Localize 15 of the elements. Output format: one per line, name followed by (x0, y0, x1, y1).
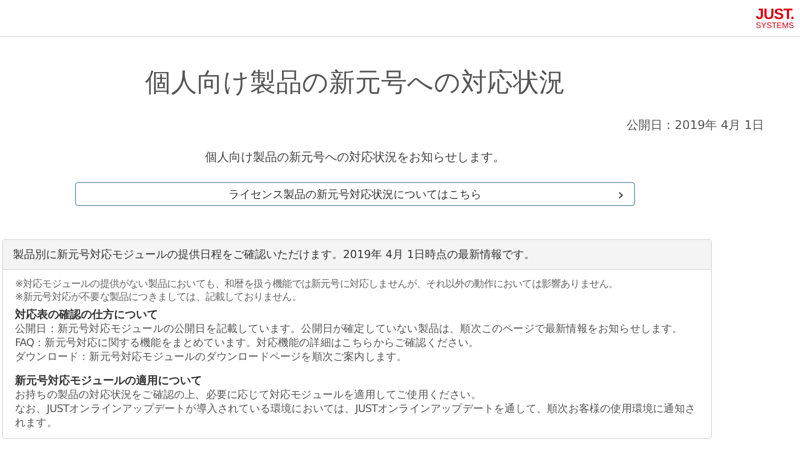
publish-date: 公開日：2019年 4月 1日 (626, 117, 764, 134)
note-text: ※新元号対応が不要な製品につきましては、記載しておりません。 (15, 291, 302, 304)
body-text: なお、JUSTオンラインアップデートが導入されている環境においては、JUSTオンラインアップデートを通して、順次お客様の使用環境に通知されます。 (15, 402, 697, 430)
section-title: 新元号対応モジュールの適用について (15, 374, 203, 388)
body-text: ダウンロード：新元号対応モジュールのダウンロードページを順次ご案内します。 (15, 350, 408, 364)
page-title: 個人向け製品の新元号への対応状況 (145, 67, 566, 99)
body-text: 公開日：新元号対応モジュールの公開日を記載しています。公開日が確定していない製品は、順次このページで最新情報をお知らせします。 (15, 322, 684, 336)
intro-text: 個人向け製品の新元号への対応状況をお知らせします。 (204, 149, 506, 166)
note-text: ※対応モジュールの提供がない製品においても、和暦を扱う機能では新元号に対応しませんが、それ以外の動作においては影響ありません。 (15, 278, 620, 291)
panel-heading: 製品別に新元号対応モジュールの提供日程をご確認いただけます。2019年 4月 1日時点の最新情報です。 (3, 240, 711, 270)
logo[interactable]: JUST. SYSTEMS (756, 6, 794, 30)
section-title: 対応表の確認の仕方について (15, 308, 159, 322)
body-text: お持ちの製品の対応状況をご確認の上、必要に応じて対応モジュールを適用してご使用ください。 (15, 388, 482, 402)
license-link-button[interactable]: ライセンス製品の新元号対応状況についてはこちら › (75, 182, 635, 206)
body-text: FAQ：新元号対応に関する機能をまとめています。対応機能の詳細はこちらからご確認ください。 (15, 336, 480, 350)
